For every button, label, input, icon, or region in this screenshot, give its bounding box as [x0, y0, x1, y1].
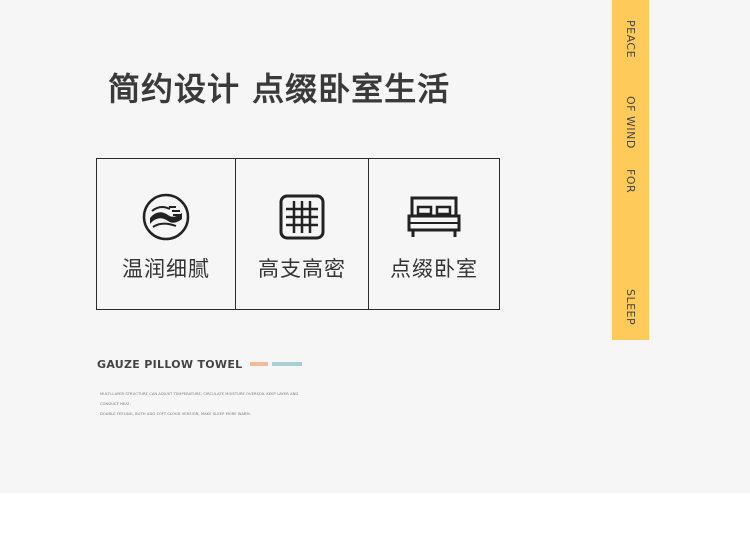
feature-grid: 温润细腻 高支高密 点缀卧室 — [96, 158, 500, 310]
fine-print-line: DOUBLE FEELING, BOTH ADD SOFT CLOUD VERS… — [100, 412, 251, 416]
feature-label: 高支高密 — [258, 257, 346, 281]
brand-title: GAUZE PILLOW TOWEL — [97, 358, 243, 371]
feature-cell-bedroom: 点缀卧室 — [368, 159, 499, 309]
feature-cell-soft: 温润细腻 — [97, 159, 235, 309]
wave-fabric-icon — [142, 193, 190, 241]
feature-cell-density: 高支高密 — [235, 159, 368, 309]
fine-print-line: MULTI-LAYER STRUCTURE CAN ADJUST TEMPERA… — [100, 392, 299, 396]
grid-weave-icon — [279, 194, 325, 240]
feature-label: 温润细腻 — [122, 257, 210, 281]
tagline-word: SLEEP — [624, 289, 637, 326]
color-swatch-peach — [250, 362, 268, 366]
tagline-word: OF WIND — [624, 96, 637, 149]
page-headline: 简约设计 点缀卧室生活 — [108, 70, 451, 108]
tagline-word: PEACE — [624, 20, 637, 59]
feature-label: 点缀卧室 — [390, 257, 478, 281]
bed-icon — [407, 196, 461, 237]
fine-print-line: CONDUCT HEAT, — [100, 402, 132, 406]
tagline-word: FOR — [624, 169, 637, 194]
color-swatch-blue — [272, 362, 302, 366]
vertical-tagline-bar: PEACE OF WIND FOR SLEEP — [612, 0, 649, 340]
